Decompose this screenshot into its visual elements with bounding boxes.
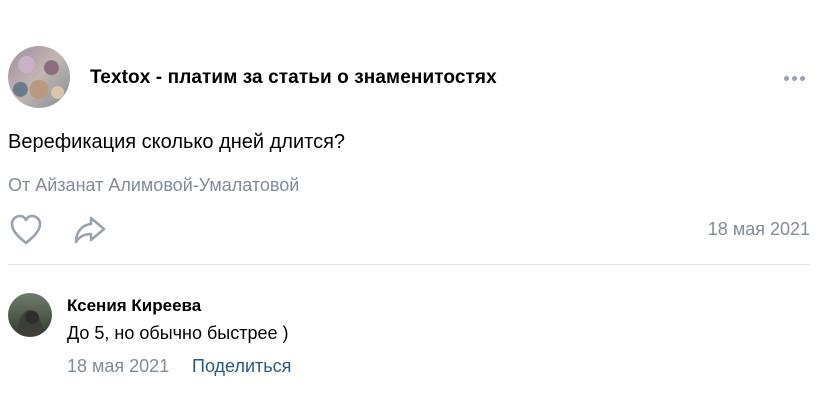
community-name[interactable]: Textox - платим за статьи о знаменитостя… <box>90 67 497 89</box>
comment: Ксения Киреева До 5, но обычно быстрее )… <box>8 293 810 383</box>
post-header: Textox - платим за статьи о знаменитостя… <box>8 46 808 110</box>
commenter-avatar[interactable] <box>8 293 52 337</box>
commenter-name[interactable]: Ксения Киреева <box>67 296 201 316</box>
more-dots-icon[interactable] <box>780 68 808 88</box>
community-avatar[interactable] <box>8 46 70 108</box>
post-date: 18 мая 2021 <box>707 219 810 239</box>
heart-icon[interactable] <box>8 213 44 247</box>
post-text: Верефикация сколько дней длится? <box>8 131 346 153</box>
comment-share-link[interactable]: Поделиться <box>192 356 291 377</box>
comment-date[interactable]: 18 мая 2021 <box>67 356 169 377</box>
divider <box>8 264 810 265</box>
post-actions: 18 мая 2021 <box>8 210 810 250</box>
comment-text: До 5, но обычно быстрее ) <box>67 323 289 343</box>
share-arrow-icon[interactable] <box>72 213 108 247</box>
post-author: От Айзанат Алимовой-Умалатовой <box>8 175 300 195</box>
